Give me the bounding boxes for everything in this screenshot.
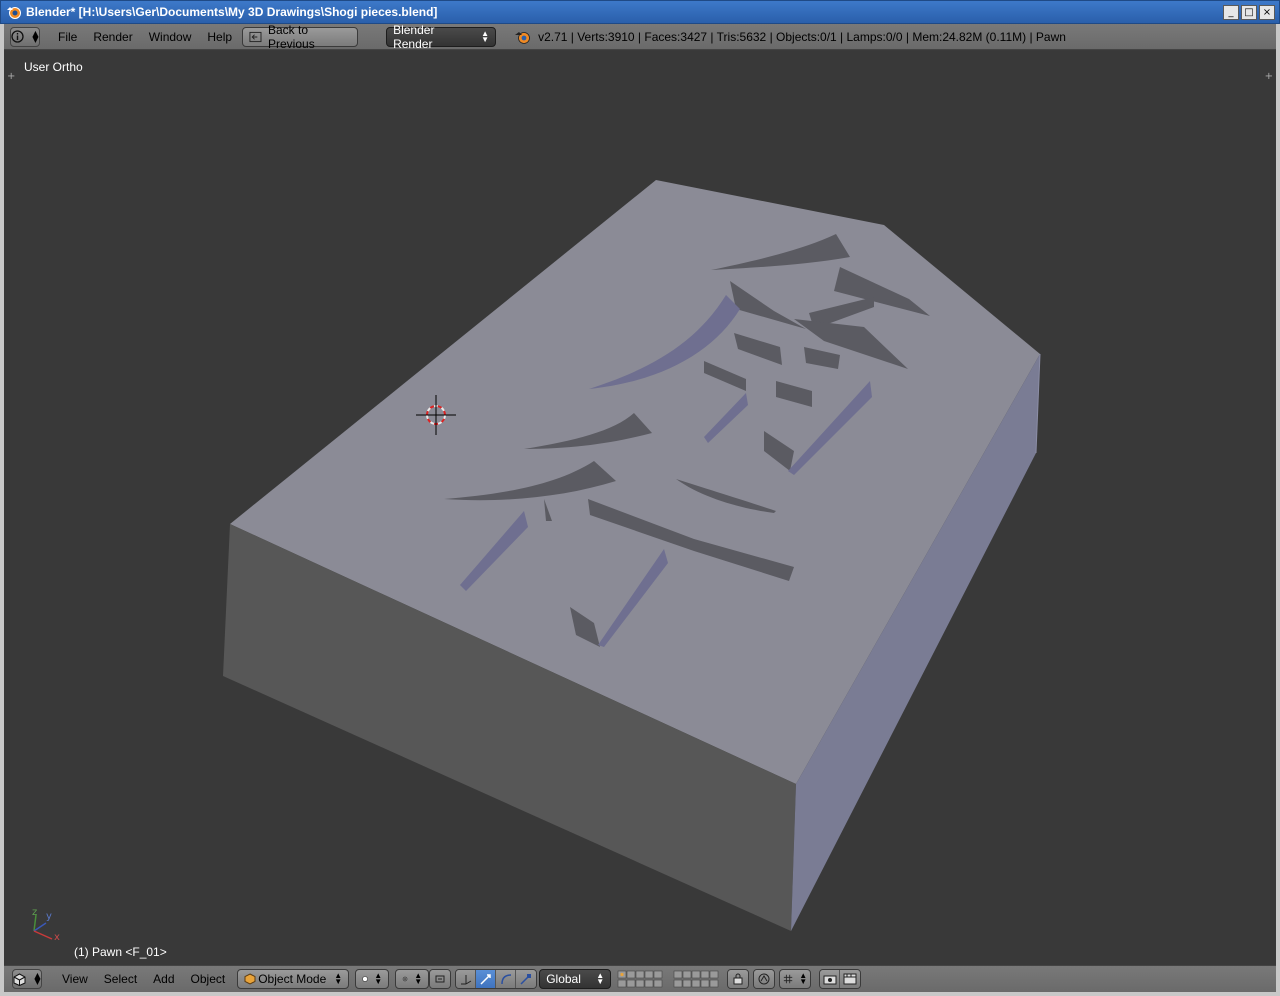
pivot-point-dropdown[interactable]: ▲ ▼: [395, 969, 430, 989]
axis-label-x: x: [54, 932, 60, 943]
object-mode-icon: [244, 973, 256, 985]
back-to-previous-button[interactable]: Back to Previous: [242, 23, 359, 51]
back-to-previous-label: Back to Previous: [268, 22, 315, 51]
scene-canvas: [33, 180, 1041, 940]
menu-add[interactable]: Add: [145, 972, 182, 986]
blender-logo-icon: [7, 7, 21, 19]
snap-icon: [784, 974, 793, 984]
pivot-icon: [402, 976, 408, 982]
chevron-updown-icon: ▲ ▼: [414, 971, 423, 986]
manipulator-icon[interactable]: [456, 970, 477, 988]
render-still-icon[interactable]: [820, 970, 841, 988]
lock-icon[interactable]: [430, 970, 451, 988]
active-object-label: (1) Pawn <F_01>: [74, 945, 167, 959]
transform-lock-toggle[interactable]: [429, 969, 452, 989]
render-engine-dropdown[interactable]: Blender Render ▲ ▼: [386, 23, 497, 51]
view3d-header: ▲ ▼ View Select Add Object Object Mode ▲ ▼…: [4, 965, 1276, 992]
render-anim-icon[interactable]: [840, 970, 861, 988]
axis-label-y: y: [46, 911, 52, 922]
3d-viewport[interactable]: User Ortho + + z y x (1) Pawn <F_01>: [4, 51, 1276, 965]
info-icon: [11, 30, 25, 43]
layers-grid: [617, 970, 721, 988]
editor-type-selector[interactable]: ▲ ▼: [10, 26, 40, 47]
chevron-updown-icon: ▲ ▼: [596, 971, 605, 986]
menu-window[interactable]: Window: [141, 30, 200, 44]
layers-icon[interactable]: [617, 970, 665, 988]
blender-logo-icon: [515, 31, 530, 44]
back-icon: [249, 31, 262, 42]
mode-value: Object Mode: [258, 972, 327, 986]
info-header: ▲ ▼ File Render Window Help Back to Previ…: [4, 23, 1276, 51]
view3d-icon: [13, 972, 26, 986]
lock-icon[interactable]: [728, 970, 749, 988]
render-buttons: [819, 969, 862, 989]
menu-render[interactable]: Render: [85, 30, 140, 44]
close-button[interactable]: ×: [1259, 5, 1275, 20]
proportional-editing-toggle[interactable]: [753, 969, 776, 989]
viewport-shading-dropdown[interactable]: ▲ ▼: [355, 969, 390, 989]
mode-dropdown[interactable]: Object Mode ▲ ▼: [237, 969, 350, 989]
chevron-updown-icon: ▲ ▼: [32, 28, 39, 44]
editor-type-selector[interactable]: ▲ ▼: [12, 969, 42, 989]
transform-orientation-value: Global: [546, 972, 581, 986]
layers-icon[interactable]: [673, 970, 721, 988]
menu-view[interactable]: View: [54, 972, 96, 986]
transform-orientation-dropdown[interactable]: Global ▲ ▼: [539, 969, 612, 989]
window-title: Blender* [H:\Users\Ger\Documents\My 3D D…: [26, 5, 438, 19]
proportional-icon[interactable]: [754, 970, 775, 988]
menu-select[interactable]: Select: [96, 972, 145, 986]
chevron-updown-icon: ▲ ▼: [374, 971, 383, 986]
menu-object[interactable]: Object: [183, 972, 234, 986]
translate-icon[interactable]: [476, 970, 497, 988]
maximize-button[interactable]: □: [1241, 5, 1257, 20]
rotate-icon[interactable]: [496, 970, 517, 988]
shading-icon: [362, 976, 369, 982]
axis-label-z: z: [32, 907, 38, 918]
chevron-updown-icon: ▲ ▼: [34, 971, 41, 986]
lock-layers-toggle[interactable]: [727, 969, 750, 989]
scene-statistics: v2.71 | Verts:3910 | Faces:3427 | Tris:5…: [538, 29, 1066, 44]
chevron-updown-icon: ▲ ▼: [799, 971, 808, 986]
chevron-updown-icon: ▲ ▼: [481, 28, 490, 44]
minimize-button[interactable]: _: [1223, 5, 1239, 20]
render-engine-value: Blender Render: [393, 22, 435, 51]
chevron-updown-icon: ▲ ▼: [334, 971, 343, 986]
scale-icon[interactable]: [516, 970, 537, 988]
menu-file[interactable]: File: [50, 30, 85, 44]
menu-help[interactable]: Help: [199, 30, 240, 44]
snap-element-dropdown[interactable]: ▲ ▼: [779, 969, 812, 989]
window-titlebar: Blender* [H:\Users\Ger\Documents\My 3D D…: [0, 0, 1280, 24]
manipulator-group: [455, 969, 538, 989]
